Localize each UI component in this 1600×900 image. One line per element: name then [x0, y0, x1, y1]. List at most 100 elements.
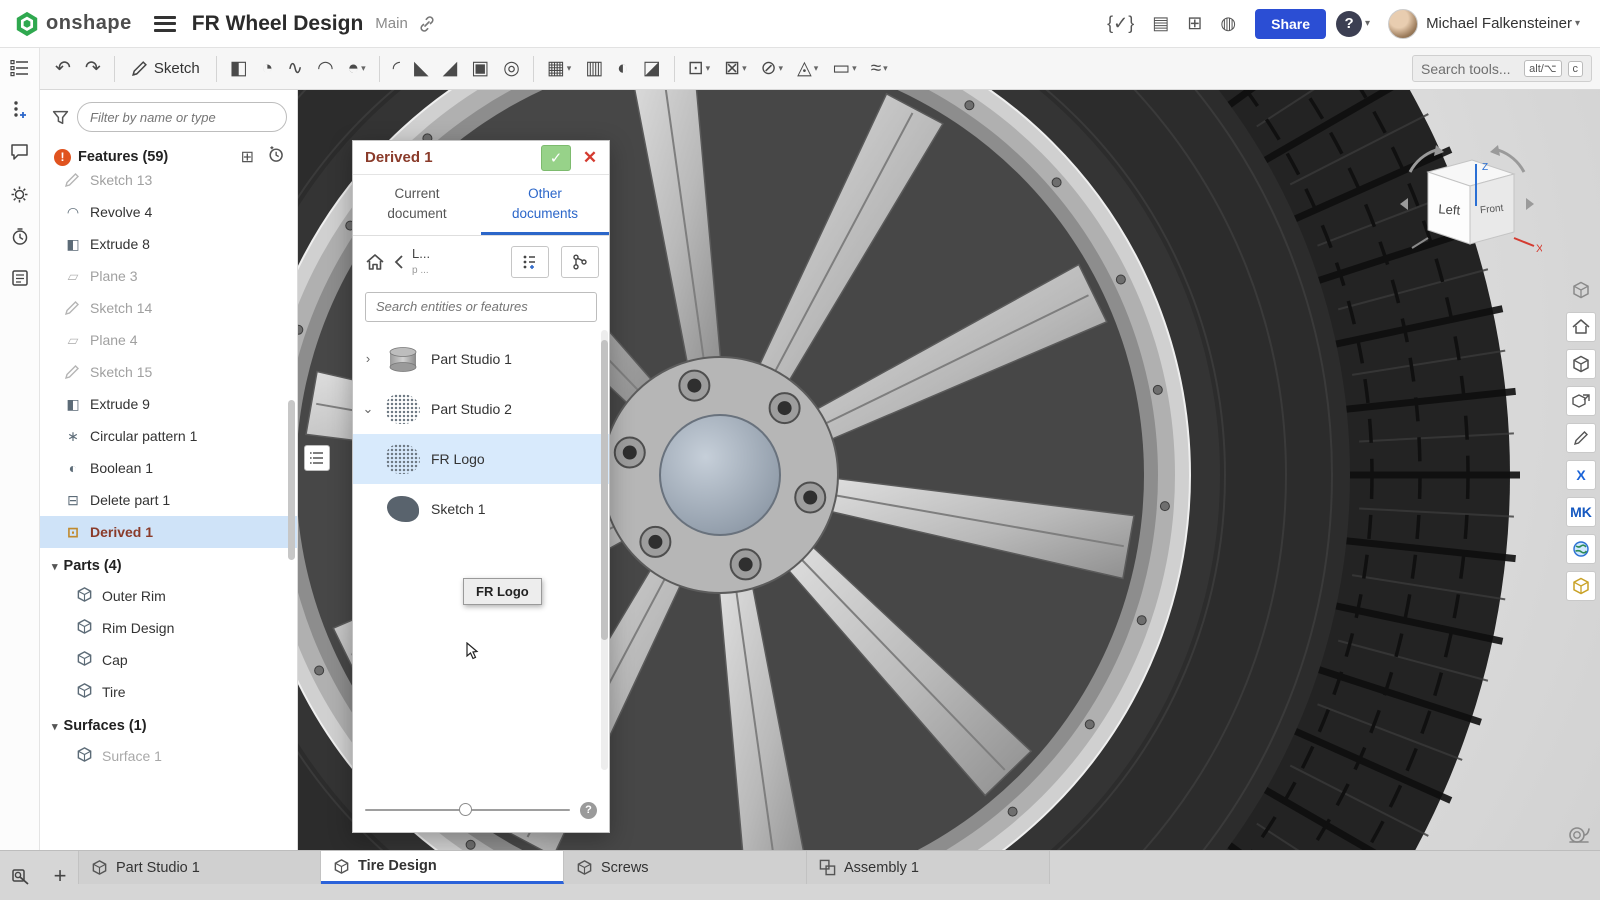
feature-row[interactable]: ◐Boolean 1: [40, 452, 297, 484]
feature-list-icon[interactable]: [8, 56, 32, 80]
modify-fillet-tool[interactable]: ⊘▾: [754, 54, 790, 83]
tree-row[interactable]: Sketch 1: [353, 484, 609, 534]
mk-custom-tool-icon[interactable]: MK: [1566, 497, 1596, 527]
dialog-accept-button[interactable]: ✓: [541, 145, 571, 171]
globe-icon[interactable]: ◍: [1211, 9, 1245, 38]
sketch-button[interactable]: Sketch: [121, 56, 210, 81]
breadcrumb[interactable]: L... p ...: [412, 247, 430, 276]
tab-current-document[interactable]: Current document: [353, 175, 481, 235]
feature-row[interactable]: ⊟Delete part 1: [40, 484, 297, 516]
link-icon[interactable]: [418, 15, 436, 33]
expander-icon[interactable]: ⌄: [361, 401, 375, 417]
split-tool[interactable]: ◪: [636, 54, 668, 83]
dropdown-caret-icon[interactable]: ▾: [706, 63, 711, 74]
feature-panel-scrollbar[interactable]: [288, 400, 295, 560]
feature-row[interactable]: ∗Circular pattern 1: [40, 420, 297, 452]
redo-button[interactable]: ↷: [78, 54, 108, 83]
dropdown-caret-icon[interactable]: ▾: [779, 63, 784, 74]
menu-icon[interactable]: [154, 16, 176, 32]
mirror-tool[interactable]: ▥: [578, 54, 610, 83]
api-code-icon[interactable]: {✓}: [1098, 9, 1143, 38]
help-button[interactable]: ?: [1336, 11, 1362, 37]
search-tabs-icon[interactable]: [0, 851, 42, 900]
comments-icon[interactable]: [8, 140, 32, 164]
tree-row[interactable]: FR Logo: [353, 434, 609, 484]
feature-row[interactable]: ⊡Derived 1: [40, 516, 297, 548]
expander-icon[interactable]: ›: [361, 351, 375, 366]
dropdown-caret-icon[interactable]: ▾: [883, 63, 888, 74]
globe-custom-tool-icon[interactable]: [1566, 534, 1596, 564]
feature-row[interactable]: ◠Revolve 4: [40, 196, 297, 228]
loft-tool[interactable]: ◠: [310, 54, 341, 83]
export-view-tool-icon[interactable]: [1566, 386, 1596, 416]
view-cube-menu-icon[interactable]: [1566, 275, 1596, 305]
sweep-tool[interactable]: ∿: [280, 54, 310, 83]
feature-row[interactable]: Sketch 15: [40, 356, 297, 388]
branch-label[interactable]: Main: [375, 15, 408, 32]
feature-row[interactable]: ▱Plane 4: [40, 324, 297, 356]
part-row[interactable]: Cap: [40, 644, 297, 676]
feature-row[interactable]: ◧Extrude 9: [40, 388, 297, 420]
spreadsheet-icon[interactable]: ▤: [1143, 9, 1178, 38]
x-custom-tool-icon[interactable]: X: [1566, 460, 1596, 490]
app-store-icon[interactable]: ⊞: [1178, 9, 1211, 38]
insert-list-button[interactable]: [511, 246, 549, 278]
dropdown-caret-icon[interactable]: ▾: [361, 63, 366, 74]
part-row[interactable]: Tire: [40, 676, 297, 708]
hole-tool[interactable]: ◎: [496, 54, 527, 83]
document-tab-tire-design[interactable]: Tire Design: [321, 851, 564, 884]
help-caret-icon[interactable]: ▾: [1365, 18, 1370, 29]
share-button[interactable]: Share: [1255, 9, 1326, 39]
gold-cube-tool-icon[interactable]: [1566, 571, 1596, 601]
chamfer-tool[interactable]: ◣: [407, 54, 436, 83]
part-row[interactable]: Rim Design: [40, 612, 297, 644]
user-avatar[interactable]: [1388, 9, 1418, 39]
feature-row[interactable]: ▱Plane 3: [40, 260, 297, 292]
history-icon[interactable]: [8, 224, 32, 248]
linear-pattern-tool[interactable]: ▦▾: [540, 54, 578, 83]
dropdown-caret-icon[interactable]: ▾: [852, 63, 857, 74]
fillet-tool[interactable]: ◜: [386, 54, 407, 83]
undo-button[interactable]: ↶: [48, 54, 78, 83]
transform-tool[interactable]: ⊡▾: [681, 54, 717, 83]
add-tab-button[interactable]: +: [42, 851, 78, 900]
document-tab-part-studio-1[interactable]: Part Studio 1: [78, 851, 321, 884]
notes-icon[interactable]: [8, 266, 32, 290]
tree-row[interactable]: ›Part Studio 1: [353, 334, 609, 384]
dialog-close-button[interactable]: ✕: [577, 145, 603, 171]
feature-row[interactable]: Sketch 13: [40, 164, 297, 196]
entity-search-input[interactable]: [365, 292, 597, 322]
dialog-scrollbar[interactable]: [601, 330, 608, 770]
revolve-tool[interactable]: ◔: [255, 55, 280, 83]
draft-tool[interactable]: ◢: [436, 54, 465, 83]
user-caret-icon[interactable]: ▾: [1575, 18, 1580, 29]
parts-section-header[interactable]: ▾ Parts (4): [40, 548, 297, 580]
tree-row[interactable]: ⌄Part Studio 2: [353, 384, 609, 434]
surfaces-section-header[interactable]: ▾ Surfaces (1): [40, 708, 297, 740]
insert-icon[interactable]: [8, 98, 32, 122]
view-cube[interactable]: Left Front Z X: [1392, 142, 1542, 272]
configurations-icon[interactable]: [8, 182, 32, 206]
feature-filter-input[interactable]: [77, 102, 287, 132]
delete-part-tool[interactable]: ⊠▾: [717, 54, 753, 83]
wrap-tool[interactable]: ≈▾: [864, 55, 895, 83]
roof-tool-icon[interactable]: [1566, 312, 1596, 342]
rollback-slider[interactable]: [365, 809, 570, 811]
extrude-tool[interactable]: ◧: [223, 54, 255, 83]
document-tab-screws[interactable]: Screws: [564, 851, 807, 884]
tab-other-documents[interactable]: Other documents: [481, 175, 609, 235]
offset-surface-tool[interactable]: ▭▾: [825, 54, 863, 83]
search-tools-box[interactable]: Search tools... alt/⌥ c: [1412, 55, 1592, 82]
sketch-tool-icon[interactable]: [1566, 423, 1596, 453]
version-branch-button[interactable]: [561, 246, 599, 278]
slider-knob[interactable]: [459, 803, 472, 816]
dialog-title-bar[interactable]: Derived 1 ✓ ✕: [353, 141, 609, 175]
feature-row[interactable]: Sketch 14: [40, 292, 297, 324]
document-tab-assembly-1[interactable]: Assembly 1: [807, 851, 1050, 884]
dropdown-caret-icon[interactable]: ▾: [567, 63, 572, 74]
back-chevron-icon[interactable]: [393, 254, 404, 270]
boolean-tool[interactable]: ◐: [610, 55, 635, 83]
user-name[interactable]: Michael Falkensteiner: [1426, 15, 1572, 32]
shell-tool[interactable]: ▣: [464, 54, 496, 83]
dropdown-caret-icon[interactable]: ▾: [742, 63, 747, 74]
